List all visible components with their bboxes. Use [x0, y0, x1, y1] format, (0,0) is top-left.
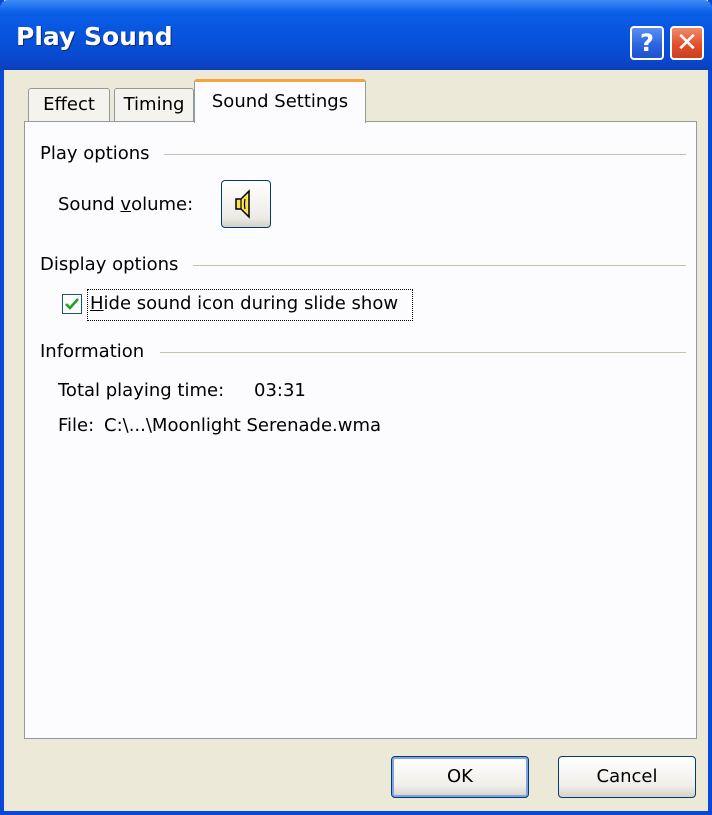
tab-timing[interactable]: Timing [114, 88, 194, 121]
window-title: Play Sound [16, 22, 173, 51]
total-playing-time-value: 03:31 [254, 380, 306, 401]
tab-effect[interactable]: Effect [28, 88, 110, 121]
ok-button[interactable]: OK [391, 756, 529, 798]
play-options-label: Play options [40, 143, 150, 164]
close-button[interactable]: ✕ [670, 26, 704, 60]
information-divider [160, 352, 686, 353]
hide-sound-icon-checkbox[interactable] [62, 294, 82, 314]
checkmark-icon [65, 298, 79, 310]
file-label: File: [58, 415, 95, 436]
speaker-icon [235, 189, 250, 219]
display-options-label: Display options [40, 254, 179, 275]
sound-volume-button[interactable] [221, 180, 271, 228]
display-options-divider [193, 265, 686, 266]
tab-sound-settings[interactable]: Sound Settings [194, 79, 366, 123]
total-playing-time-label: Total playing time: [58, 380, 225, 401]
information-label: Information [40, 341, 145, 362]
help-button[interactable]: ? [630, 26, 664, 60]
cancel-button[interactable]: Cancel [558, 756, 696, 798]
hide-sound-icon-label[interactable]: Hide sound icon during slide show [90, 293, 398, 314]
sound-volume-label: Sound volume: [58, 194, 194, 215]
play-options-divider [164, 154, 686, 155]
title-bar[interactable]: Play Sound ? ✕ [0, 0, 712, 70]
file-path-value: C:\...\Moonlight Serenade.wma [104, 415, 382, 436]
